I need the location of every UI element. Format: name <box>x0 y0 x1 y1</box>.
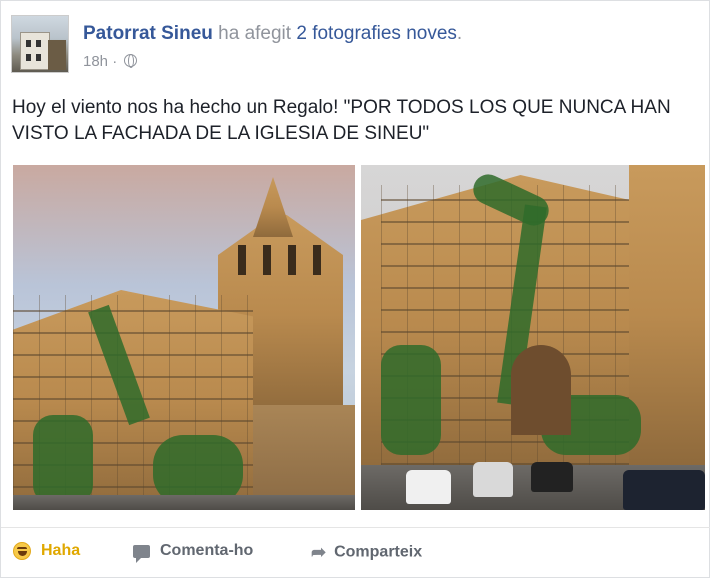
facebook-post: Patorrat Sineu ha afegit 2 fotografies n… <box>0 0 710 578</box>
post-meta: 18h · <box>83 53 138 70</box>
share-label: Comparteix <box>334 543 423 561</box>
action-suffix: . <box>456 23 463 44</box>
comment-icon <box>133 544 150 563</box>
share-arrow-icon: ➦ <box>311 542 327 562</box>
action-prefix: ha afegit <box>218 23 292 44</box>
meta-separator: · <box>112 53 118 70</box>
share-button[interactable]: ➦ Comparteix <box>311 542 422 563</box>
post-text: Hoy el viento nos ha hecho un Regalo! "P… <box>12 97 671 144</box>
globe-icon <box>124 54 138 68</box>
photos-link[interactable]: 2 fotografies noves <box>296 23 457 44</box>
post-actions-bar: Haha Comenta-ho ➦ Comparteix <box>1 527 710 577</box>
photo-church-facade[interactable] <box>361 165 705 510</box>
post-timestamp[interactable]: 18h <box>83 53 108 70</box>
author-name[interactable]: Patorrat Sineu <box>83 23 213 44</box>
haha-button[interactable]: Haha <box>13 542 80 560</box>
avatar[interactable] <box>11 15 69 73</box>
post-author-line: Patorrat Sineu ha afegit 2 fotografies n… <box>83 23 462 45</box>
haha-emoji-icon <box>13 542 31 560</box>
comment-button[interactable]: Comenta-ho <box>133 542 254 563</box>
photo-church-tower[interactable] <box>13 165 355 510</box>
haha-label: Haha <box>41 542 81 559</box>
comment-label: Comenta-ho <box>160 542 254 559</box>
